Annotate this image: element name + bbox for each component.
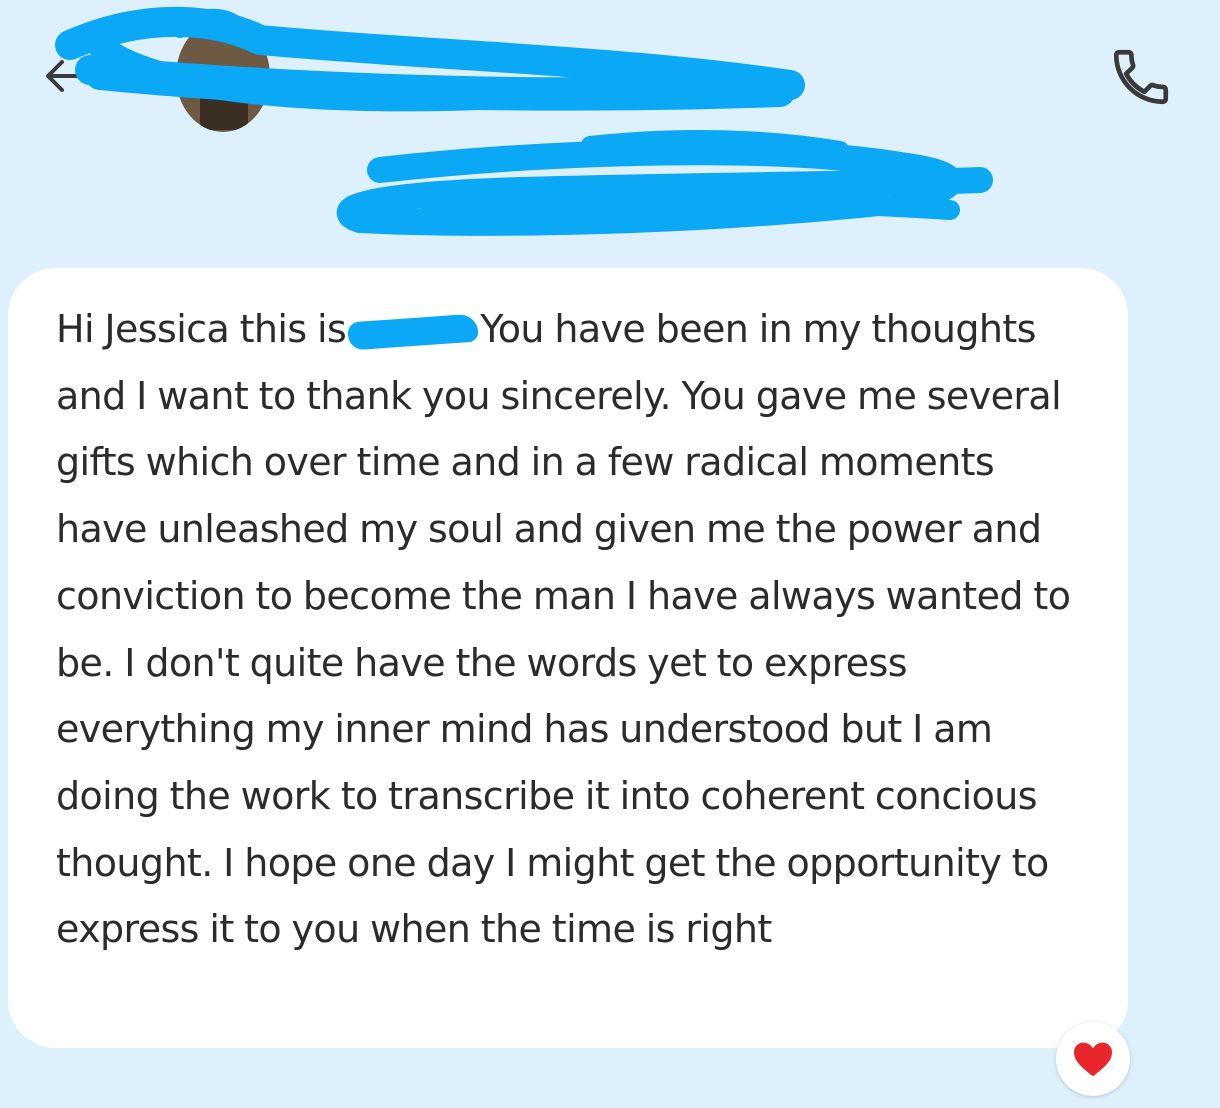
reaction-badge[interactable] xyxy=(1056,1022,1130,1096)
red-heart-icon xyxy=(1074,1042,1112,1077)
conversation-header xyxy=(0,0,1220,260)
inline-redaction xyxy=(347,312,480,351)
arrow-left-icon xyxy=(46,60,82,92)
message-text-rest: You have been in my thoughts and I want … xyxy=(56,307,1071,952)
contact-avatar[interactable] xyxy=(176,20,270,132)
message-text: Hi Jessica this is You have been in my th… xyxy=(56,296,1088,963)
phone-icon xyxy=(1113,49,1169,105)
message-bubble[interactable]: Hi Jessica this is You have been in my th… xyxy=(8,268,1128,1048)
redaction-scribble xyxy=(55,6,993,236)
call-button[interactable] xyxy=(1108,44,1174,110)
back-button[interactable] xyxy=(40,52,88,100)
message-text-start: Hi Jessica this is xyxy=(56,307,347,351)
